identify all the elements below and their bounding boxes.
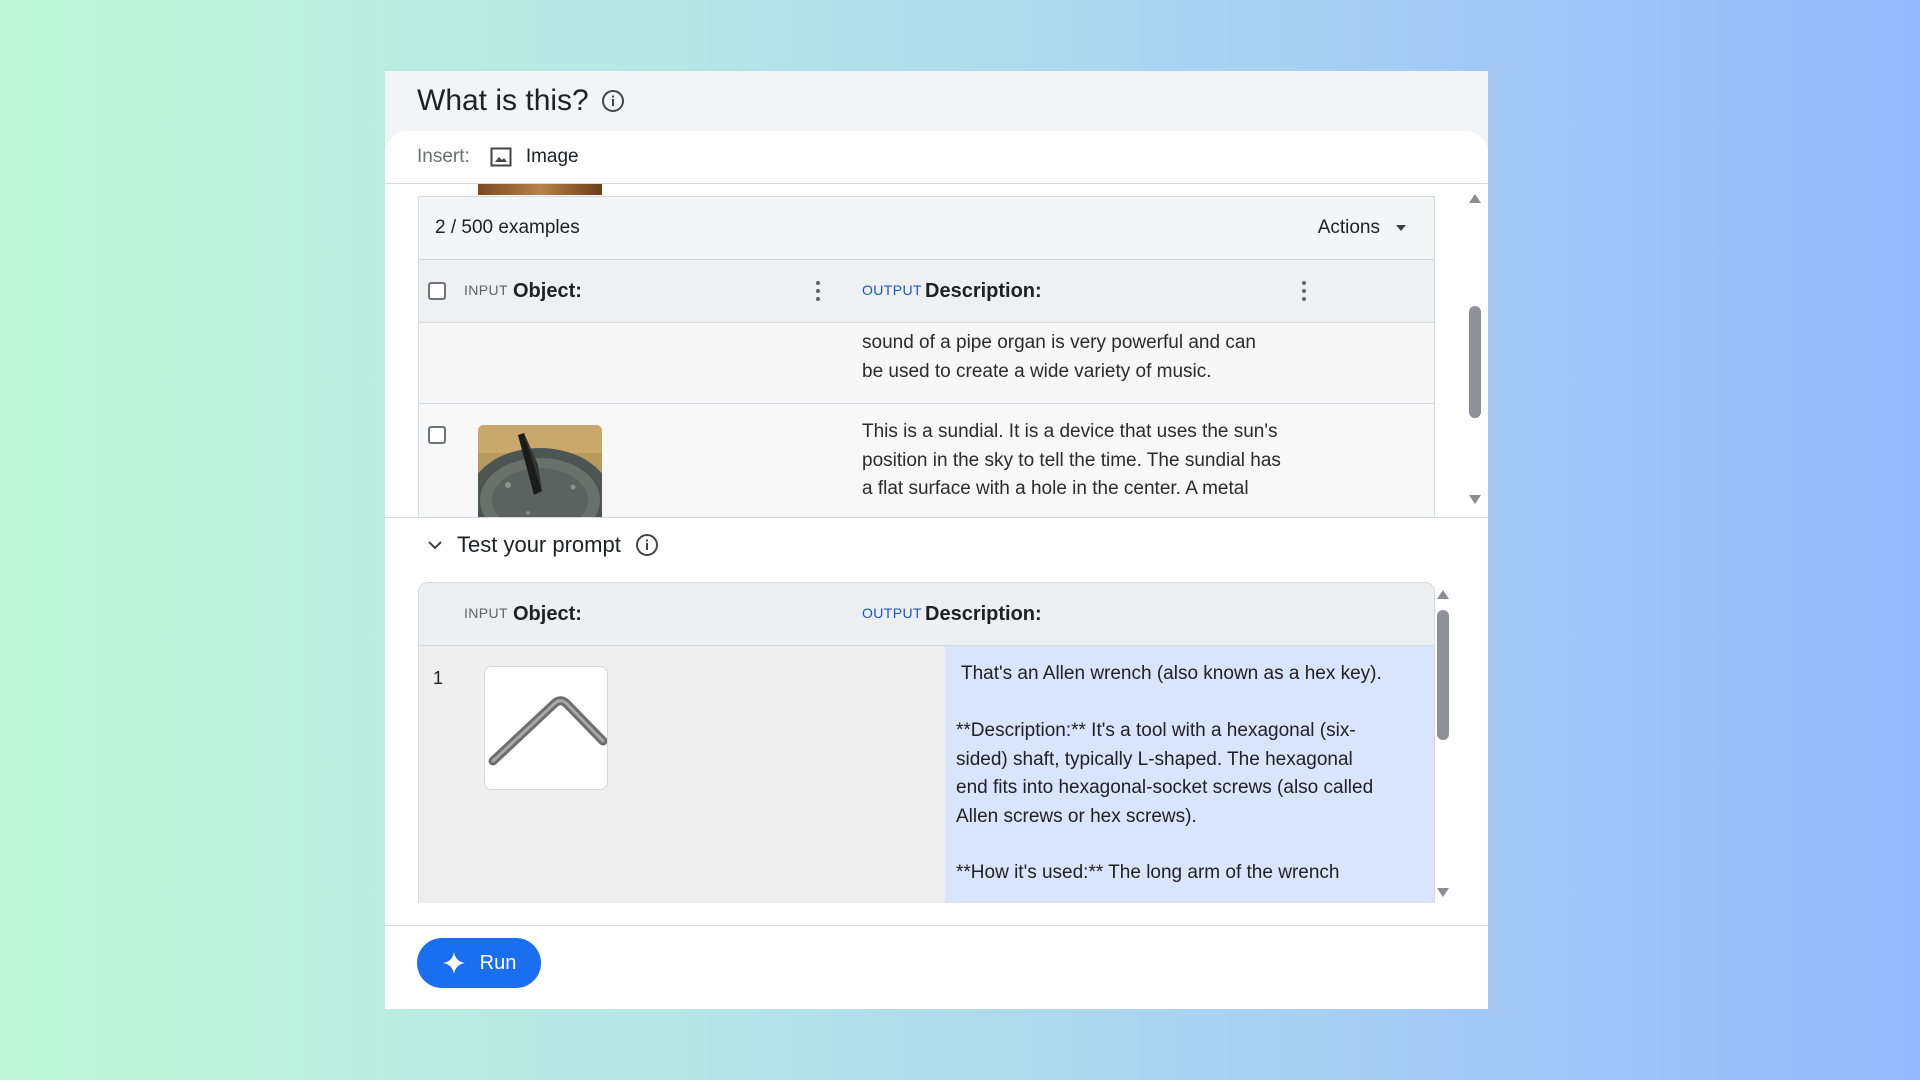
actions-dropdown[interactable]: Actions xyxy=(1318,217,1406,239)
insert-toolbar: Insert: Image xyxy=(385,131,1488,184)
input-column-name: Object: xyxy=(513,603,582,625)
output-line: a flat surface with a hole in the center… xyxy=(862,478,1249,499)
scroll-down-arrow-icon[interactable] xyxy=(1437,888,1449,897)
previous-example-thumbnail xyxy=(478,184,602,195)
example-output[interactable]: sound of a pipe organ is very powerful a… xyxy=(862,329,1256,386)
insert-image-button[interactable]: Image xyxy=(490,146,579,168)
run-label: Run xyxy=(479,951,517,974)
insert-image-label: Image xyxy=(525,146,579,167)
test-column-header: INPUT Object: OUTPUT Description: xyxy=(419,583,1434,646)
table-row: This is a sundial. It is a device that u… xyxy=(419,404,1434,517)
examples-table: 2 / 500 examples Actions INPUT Object: O… xyxy=(418,196,1435,517)
output-line: position in the sky to tell the time. Th… xyxy=(862,449,1281,471)
examples-count: 2 / 500 examples xyxy=(435,217,580,238)
page-title-bar: What is this? xyxy=(417,71,625,131)
examples-header: 2 / 500 examples Actions xyxy=(419,197,1434,260)
test-table: INPUT Object: OUTPUT Description: 1 That… xyxy=(418,582,1435,903)
examples-scrollbar[interactable] xyxy=(1469,184,1481,517)
editor-panel: Insert: Image 2 / 500 examples Actions I… xyxy=(385,131,1488,1009)
prompt-editor-window: What is this? Insert: Image 2 / 500 exam… xyxy=(385,71,1488,1009)
scrollbar-thumb[interactable] xyxy=(1437,610,1449,740)
chevron-down-icon xyxy=(428,541,442,550)
output-paragraph: That's an Allen wrench (also known as a … xyxy=(961,663,1382,684)
sparkle-icon xyxy=(442,952,465,974)
input-tag: INPUT xyxy=(464,282,508,298)
image-icon xyxy=(490,147,512,167)
output-line: Allen screws or hex screws). xyxy=(956,805,1197,827)
output-column-menu-icon[interactable] xyxy=(1295,279,1313,303)
test-prompt-title: Test your prompt xyxy=(457,532,621,557)
test-scrollbar[interactable] xyxy=(1437,590,1449,900)
input-column-menu-icon[interactable] xyxy=(809,279,827,303)
info-icon[interactable] xyxy=(635,533,659,557)
allen-wrench-image[interactable] xyxy=(484,666,608,790)
table-row: sound of a pipe organ is very powerful a… xyxy=(419,323,1434,404)
output-tag: OUTPUT xyxy=(862,605,922,621)
select-all-checkbox[interactable] xyxy=(428,282,446,300)
output-line: be used to create a wide variety of musi… xyxy=(862,360,1212,382)
output-tag: OUTPUT xyxy=(862,282,922,298)
row-checkbox[interactable] xyxy=(428,426,446,444)
output-line: sound of a pipe organ is very powerful a… xyxy=(862,332,1256,353)
scroll-up-arrow-icon[interactable] xyxy=(1437,590,1449,599)
actions-label: Actions xyxy=(1317,217,1380,238)
footer-bar: Run xyxy=(385,925,1488,1009)
output-column-name: Description: xyxy=(925,603,1042,625)
output-paragraph: **Description:** It's a tool with a hexa… xyxy=(956,717,1426,831)
run-button[interactable]: Run xyxy=(417,938,541,988)
output-line: This is a sundial. It is a device that u… xyxy=(862,421,1278,442)
output-line: **Description:** It's a tool with a hexa… xyxy=(956,720,1356,741)
scroll-down-arrow-icon[interactable] xyxy=(1469,495,1481,504)
sundial-image[interactable] xyxy=(478,425,602,517)
insert-label: Insert: xyxy=(417,146,470,167)
example-output[interactable]: This is a sundial. It is a device that u… xyxy=(862,418,1281,504)
input-tag: INPUT xyxy=(464,605,508,621)
input-column-name[interactable]: Object: xyxy=(513,280,582,303)
examples-scroll-area: 2 / 500 examples Actions INPUT Object: O… xyxy=(385,184,1488,517)
scroll-up-arrow-icon[interactable] xyxy=(1469,194,1481,203)
output-paragraph: **How it's used:** The long arm of the w… xyxy=(956,862,1340,883)
examples-column-header: INPUT Object: OUTPUT Description: xyxy=(419,260,1434,323)
test-output-cell[interactable]: That's an Allen wrench (also known as a … xyxy=(945,646,1434,903)
caret-down-icon xyxy=(1396,225,1406,231)
scrollbar-thumb[interactable] xyxy=(1469,306,1481,418)
test-prompt-toggle[interactable]: Test your prompt xyxy=(427,532,659,558)
test-prompt-section: Test your prompt INPUT Object: OUTPUT De… xyxy=(385,517,1488,926)
info-icon[interactable] xyxy=(601,89,625,113)
output-column-name[interactable]: Description: xyxy=(925,280,1042,303)
table-row: 1 That's an Allen wrench (also known as … xyxy=(419,646,1434,903)
row-number: 1 xyxy=(433,668,444,688)
page-title: What is this? xyxy=(417,84,589,117)
output-line: end fits into hexagonal-socket screws (a… xyxy=(956,777,1374,798)
output-line: sided) shaft, typically L-shaped. The he… xyxy=(956,748,1353,770)
